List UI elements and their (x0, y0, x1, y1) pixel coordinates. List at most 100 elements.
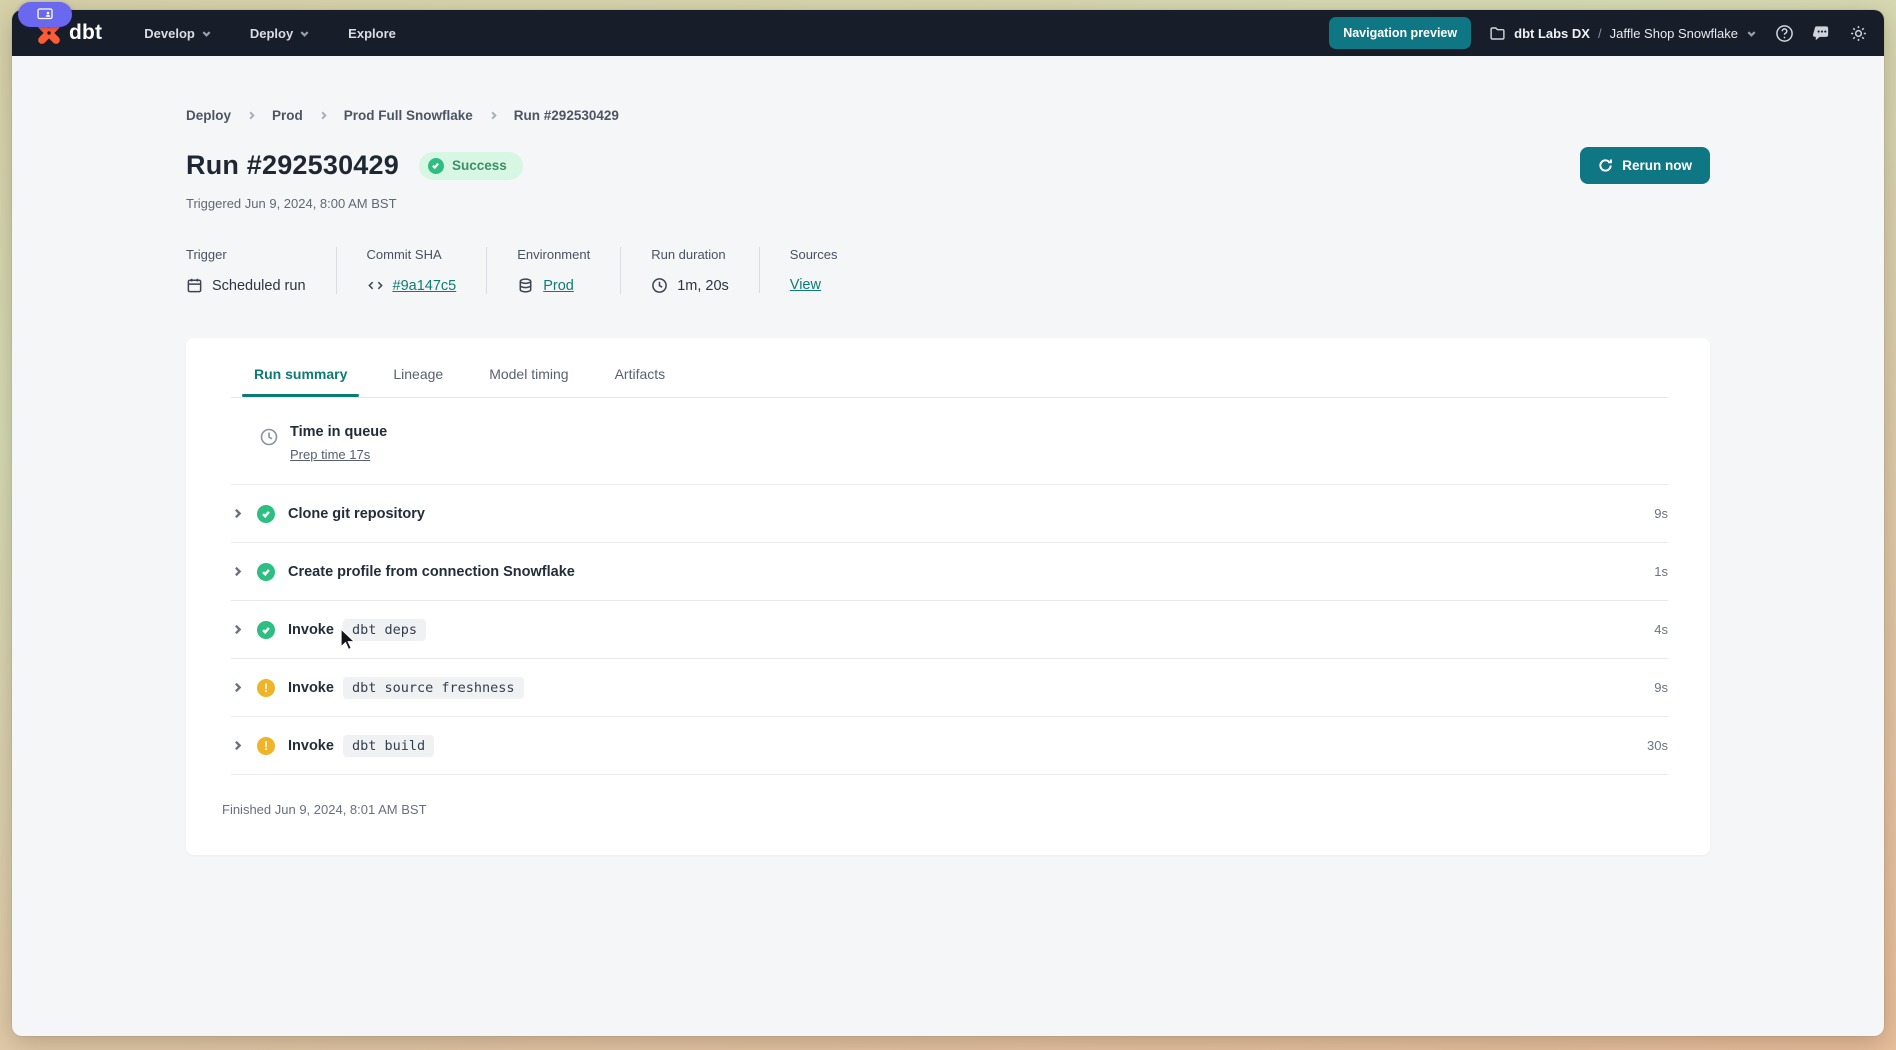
run-meta-row: Trigger Scheduled run Commit SHA #9a147c… (186, 247, 1710, 294)
main-nav: Develop Deploy Explore (144, 26, 396, 41)
run-summary-card: Run summary Lineage Model timing Artifac… (186, 338, 1710, 855)
step-command: dbt deps (343, 619, 426, 641)
row-divider (231, 774, 1668, 775)
tab-artifacts[interactable]: Artifacts (615, 366, 666, 397)
step-row-dbt-deps[interactable]: Invoke dbt deps 4s (186, 601, 1710, 658)
meta-trigger-label: Trigger (186, 247, 306, 262)
step-command: dbt source freshness (343, 677, 524, 699)
tab-strip: Run summary Lineage Model timing Artifac… (186, 338, 1710, 397)
step-duration: 30s (1647, 738, 1668, 753)
time-in-queue-title: Time in queue (290, 424, 387, 440)
meta-sources: Sources View (759, 247, 868, 293)
breadcrumb-prod[interactable]: Prod (272, 108, 303, 123)
meta-trigger-value: Scheduled run (212, 278, 306, 294)
success-check-icon (257, 563, 275, 581)
meta-sources-label: Sources (790, 247, 838, 262)
step-name: Create profile from connection Snowflake (288, 564, 575, 580)
navigation-preview-button[interactable]: Navigation preview (1329, 17, 1471, 49)
warning-icon: ! (257, 737, 275, 755)
settings-gear-icon[interactable] (1849, 24, 1868, 43)
meta-duration-value: 1m, 20s (677, 278, 729, 294)
folder-icon (1489, 25, 1506, 42)
step-row-source-freshness[interactable]: ! Invoke dbt source freshness 9s (186, 659, 1710, 716)
step-name: Clone git repository (288, 506, 425, 522)
nav-deploy-label: Deploy (250, 26, 293, 41)
breadcrumb-separator: / (1598, 26, 1602, 41)
extension-badge[interactable] (18, 2, 72, 27)
chevron-right-icon (318, 110, 329, 121)
nav-develop-label: Develop (144, 26, 195, 41)
step-duration: 9s (1654, 506, 1668, 521)
nav-develop[interactable]: Develop (144, 26, 212, 41)
calendar-icon (186, 277, 203, 294)
step-command: dbt build (343, 735, 434, 757)
tab-lineage[interactable]: Lineage (393, 366, 443, 397)
breadcrumb-job[interactable]: Prod Full Snowflake (344, 108, 473, 123)
nav-explore-label: Explore (348, 26, 396, 41)
feedback-chat-icon[interactable] (1812, 24, 1831, 43)
environment-link[interactable]: Prod (543, 278, 574, 294)
meta-trigger: Trigger Scheduled run (186, 247, 336, 294)
page-title: Run #292530429 (186, 150, 399, 181)
screen-share-icon (37, 8, 53, 21)
account-breadcrumb[interactable]: dbt Labs DX / Jaffle Shop Snowflake (1489, 25, 1757, 42)
step-duration: 1s (1654, 564, 1668, 579)
triggered-timestamp: Triggered Jun 9, 2024, 8:00 AM BST (186, 196, 1710, 211)
meta-environment-label: Environment (517, 247, 590, 262)
expand-chevron-icon[interactable] (231, 739, 244, 752)
step-duration: 4s (1654, 622, 1668, 637)
title-row: Run #292530429 Success Rerun now (186, 147, 1710, 184)
refresh-icon (1598, 158, 1613, 173)
expand-chevron-icon[interactable] (231, 681, 244, 694)
app-window: dbt Develop Deploy Explore Navigation pr… (12, 10, 1884, 1036)
status-badge: Success (419, 152, 523, 180)
tab-run-summary[interactable]: Run summary (254, 366, 347, 397)
clock-icon (651, 277, 668, 294)
expand-chevron-icon[interactable] (231, 565, 244, 578)
commit-sha-link[interactable]: #9a147c5 (393, 278, 457, 294)
breadcrumb-deploy[interactable]: Deploy (186, 108, 231, 123)
step-name: Invoke (288, 622, 334, 638)
expand-chevron-icon[interactable] (231, 507, 244, 520)
step-name: Invoke (288, 738, 334, 754)
success-check-icon (428, 158, 444, 174)
step-row-dbt-build[interactable]: ! Invoke dbt build 30s (186, 717, 1710, 774)
dbt-logo-text: dbt (69, 21, 102, 45)
meta-environment: Environment Prod (486, 247, 620, 294)
step-name: Invoke (288, 680, 334, 696)
topbar-right: Navigation preview dbt Labs DX / Jaffle … (1329, 17, 1868, 49)
time-in-queue-block: Time in queue Prep time 17s (186, 398, 1710, 484)
project-name: Jaffle Shop Snowflake (1610, 26, 1738, 41)
run-detail-page: Deploy Prod Prod Full Snowflake Run #292… (12, 108, 1884, 855)
database-icon (517, 277, 534, 294)
code-icon (367, 277, 384, 294)
meta-commit-sha: Commit SHA #9a147c5 (336, 247, 487, 294)
warning-icon: ! (257, 679, 275, 697)
tab-model-timing[interactable]: Model timing (489, 366, 568, 397)
rerun-now-button[interactable]: Rerun now (1580, 147, 1710, 184)
chevron-down-icon (201, 28, 212, 39)
step-row-create-profile[interactable]: Create profile from connection Snowflake… (186, 543, 1710, 600)
meta-run-duration: Run duration 1m, 20s (620, 247, 759, 294)
success-check-icon (257, 505, 275, 523)
status-badge-label: Success (452, 158, 507, 173)
nav-explore[interactable]: Explore (348, 26, 396, 41)
nav-deploy[interactable]: Deploy (250, 26, 310, 41)
step-duration: 9s (1654, 680, 1668, 695)
step-row-clone[interactable]: Clone git repository 9s (186, 485, 1710, 542)
breadcrumb-run: Run #292530429 (514, 108, 619, 123)
chevron-right-icon (488, 110, 499, 121)
timer-icon (259, 427, 279, 447)
account-name: dbt Labs DX (1514, 26, 1590, 41)
help-icon[interactable] (1775, 24, 1794, 43)
top-navigation-bar: dbt Develop Deploy Explore Navigation pr… (12, 10, 1884, 56)
sources-view-link[interactable]: View (790, 277, 821, 293)
breadcrumb: Deploy Prod Prod Full Snowflake Run #292… (186, 108, 1710, 123)
expand-chevron-icon[interactable] (231, 623, 244, 636)
success-check-icon (257, 621, 275, 639)
chevron-down-icon (299, 28, 310, 39)
meta-commit-label: Commit SHA (367, 247, 457, 262)
chevron-right-icon (246, 110, 257, 121)
chevron-down-icon (1746, 28, 1757, 39)
prep-time-link[interactable]: Prep time 17s (290, 447, 370, 462)
